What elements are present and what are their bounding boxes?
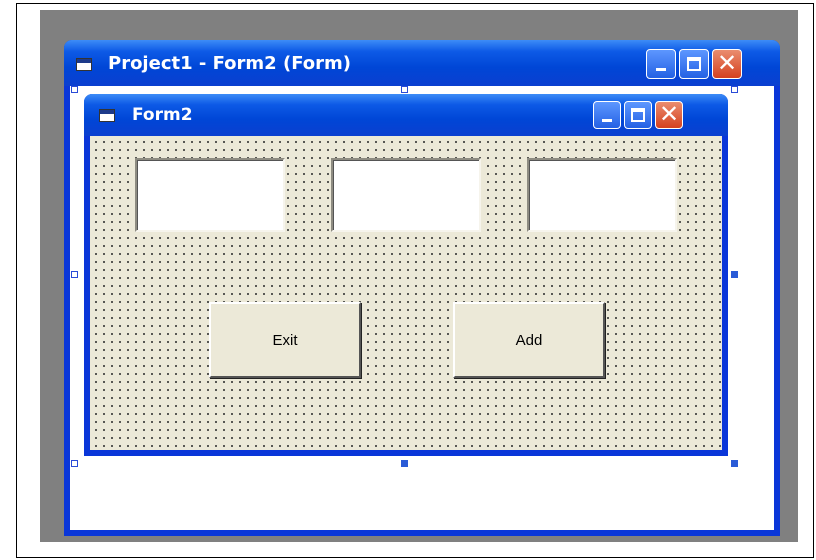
textbox-2[interactable]: [331, 158, 481, 232]
resize-handle-top-right[interactable]: [731, 86, 738, 93]
resize-handle-right[interactable]: [731, 271, 738, 278]
textbox-1[interactable]: [135, 158, 285, 232]
designer-title: Project1 - Form2 (Form): [108, 53, 351, 74]
resize-handle-bottom-right[interactable]: [731, 460, 738, 467]
resize-handle-left[interactable]: [71, 271, 78, 278]
designer-close-button[interactable]: ✕: [712, 49, 742, 79]
resize-handle-top-left[interactable]: [71, 86, 78, 93]
form-close-button[interactable]: ✕: [655, 100, 683, 129]
designer-minimize-button[interactable]: [646, 49, 676, 79]
exit-button[interactable]: Exit: [209, 302, 361, 378]
designer-title-bar[interactable]: Project1 - Form2 (Form) ✕: [64, 40, 780, 86]
resize-handle-top[interactable]: [401, 86, 408, 93]
form-design-surface[interactable]: Exit Add: [90, 136, 722, 450]
designer-maximize-button[interactable]: [679, 49, 709, 79]
form-icon: [99, 109, 115, 122]
resize-handle-bottom-left[interactable]: [71, 460, 78, 467]
close-icon: ✕: [658, 100, 680, 128]
minimize-icon: [602, 119, 612, 122]
maximize-icon: [687, 57, 701, 71]
form-title-bar[interactable]: Form2 ✕: [84, 94, 728, 136]
maximize-icon: [631, 108, 645, 122]
resize-handle-bottom[interactable]: [401, 460, 408, 467]
form-icon: [76, 58, 92, 71]
add-button[interactable]: Add: [453, 302, 605, 378]
form-maximize-button[interactable]: [624, 101, 652, 129]
form-minimize-button[interactable]: [593, 101, 621, 129]
textbox-3[interactable]: [527, 158, 677, 232]
close-icon: ✕: [716, 49, 738, 77]
form-window: Form2 ✕ Exit Add: [84, 94, 728, 456]
minimize-icon: [656, 68, 666, 71]
form-title: Form2: [132, 105, 193, 125]
